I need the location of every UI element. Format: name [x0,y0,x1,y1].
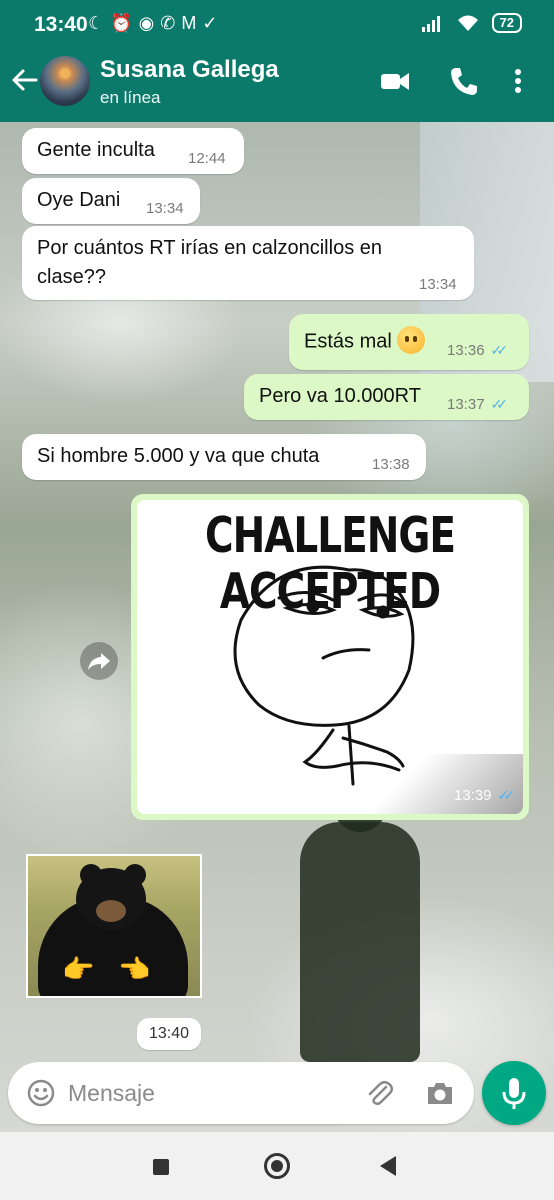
message-time: 13:37 [447,396,485,413]
message-bubble-incoming[interactable]: Oye Dani 13:34 [22,178,200,224]
message-text-line-2: clase?? [37,266,106,288]
avatar[interactable] [40,56,90,106]
message-input[interactable] [68,1076,348,1110]
camera-icon[interactable] [424,1078,456,1108]
message-bubble-incoming[interactable]: Si hombre 5.000 y va que chuta 13:38 [22,434,426,480]
bear-snout [96,900,126,922]
message-text: Gente inculta [37,139,155,161]
speechless-face-icon [397,326,426,354]
challenge-accepted-image[interactable]: CHALLENGE ACCEPTED 13:39 ✓✓ [137,500,523,814]
battery-indicator: 72 [491,13,522,33]
alarm-icon: ⏰ [110,13,133,33]
spotify-icon: ◉ [138,13,155,33]
message-text: Pero va 10.000RT [259,385,421,407]
check-icon: ✓ [202,13,218,33]
message-time: 13:34 [146,200,184,217]
attach-icon[interactable] [364,1078,394,1108]
message-time: 13:39 [453,787,492,804]
pointing-hand-icon: 👈 [118,954,151,984]
whatsapp-icon: ✆ [160,13,176,33]
message-text: Si hombre 5.000 y va que chuta [37,445,320,467]
read-ticks-icon: ✓✓ [490,396,509,412]
read-ticks-icon: ✓✓ [490,342,509,358]
message-time: 12:44 [188,150,226,167]
signal-icon [421,16,440,32]
message-time: 13:34 [419,276,457,293]
moon-icon: ☾ [88,13,105,33]
message-bubble-incoming[interactable]: Gente inculta 12:44 [22,128,244,174]
message-time: 13:38 [372,456,410,473]
status-system-icons: 72 [421,13,522,33]
more-options-icon[interactable] [506,64,530,98]
microphone-icon [502,1078,526,1109]
video-call-icon[interactable] [378,64,412,98]
message-text-line-1: Por cuántos RT irías en calzoncillos en [37,237,382,259]
wifi-icon [457,15,478,31]
message-time: 13:36 [447,342,485,359]
forward-icon [88,653,110,670]
read-ticks-icon: ✓✓ [497,787,516,803]
back-button[interactable] [380,1156,396,1176]
back-arrow-icon[interactable] [10,65,38,95]
message-bubble-incoming[interactable]: Por cuántos RT irías en calzoncillos en … [22,226,474,300]
forward-button[interactable] [80,642,118,680]
pointing-hand-icon: 👉 [62,954,95,984]
gmail-icon: M [181,13,197,33]
message-text: Oye Dani [37,189,121,211]
message-bubble-outgoing[interactable]: Pero va 10.000RT 13:37 ✓✓ [244,374,529,420]
message-composer [8,1062,474,1124]
chat-header: Susana Gallega en línea [0,50,554,122]
voice-message-button[interactable] [482,1061,546,1125]
home-button[interactable] [264,1153,290,1179]
image-shadow [323,754,523,814]
sticker-time: 13:40 [137,1018,201,1050]
message-text: Estás mal [304,330,392,353]
recent-apps-button[interactable] [153,1159,169,1175]
contact-status: en línea [100,88,161,107]
android-nav-bar [0,1132,554,1200]
status-bar: 13:40 ☾ ⏰ ◉ ✆ M ✓ 72 [0,0,554,50]
status-notification-icons: ☾ ⏰ ◉ ✆ M ✓ [88,13,217,34]
chat-area[interactable]: Gente inculta 12:44 Oye Dani 13:34 Por c… [0,122,554,1132]
message-bubble-outgoing[interactable]: Estás mal 13:36 ✓✓ [289,314,529,370]
contact-name[interactable]: Susana Gallega [100,56,279,84]
sticker-message[interactable]: 👉 👈 [26,854,202,998]
image-message[interactable]: CHALLENGE ACCEPTED 13:39 ✓✓ [131,494,529,820]
phone-call-icon[interactable] [447,64,481,98]
status-time: 13:40 [34,13,88,36]
wallpaper-person [300,822,420,1062]
emoji-icon[interactable] [26,1078,56,1108]
